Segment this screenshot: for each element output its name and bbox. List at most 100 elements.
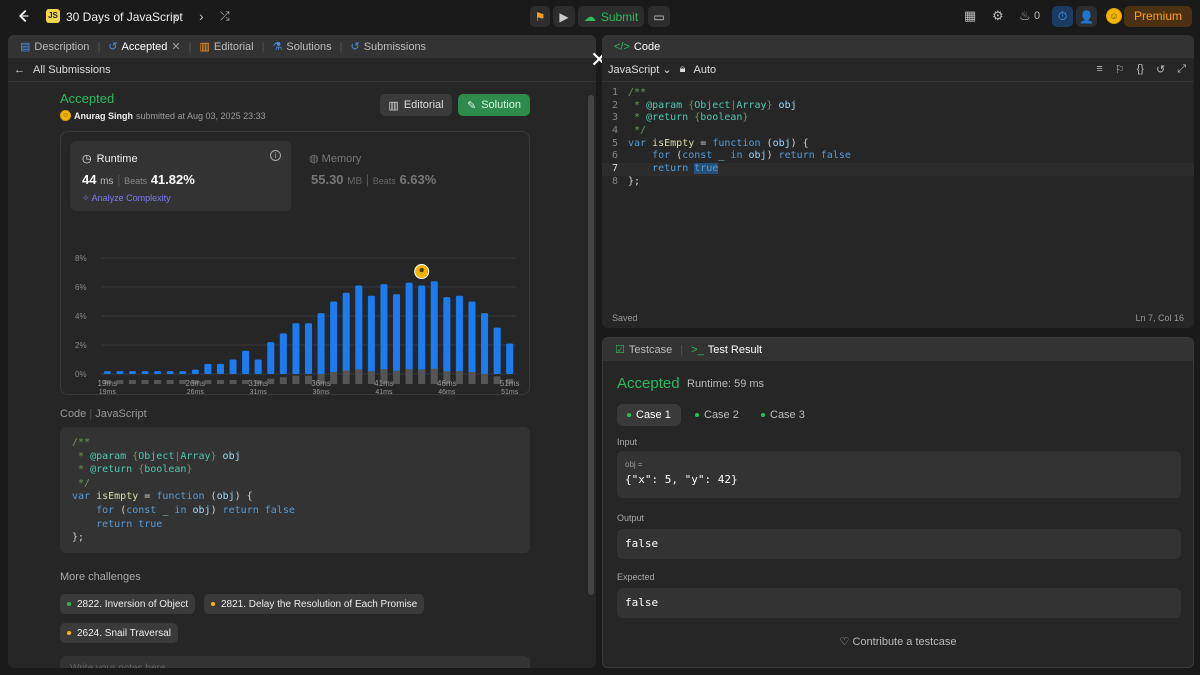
tab-testcase-label: Testcase — [628, 343, 673, 356]
gear-icon[interactable]: ⚙ — [992, 8, 1004, 24]
chevron-right-icon[interactable]: › — [199, 8, 204, 24]
chart-bar[interactable] — [317, 313, 325, 374]
premium-button[interactable]: Premium — [1123, 6, 1192, 27]
mode-label[interactable]: Auto — [694, 64, 717, 76]
debug-button[interactable]: ⚑ — [530, 6, 550, 27]
input-value: {"x": 5, "y": 42} — [625, 473, 738, 486]
chip-icon: ◍ — [309, 153, 319, 165]
chart-bar[interactable] — [166, 371, 174, 374]
layout-icon[interactable]: ▦ — [964, 8, 976, 24]
braces-icon[interactable]: {} — [1137, 63, 1144, 76]
bookmark-icon[interactable]: ⚐ — [1115, 63, 1125, 76]
reset-icon[interactable]: ↺ — [1156, 63, 1165, 76]
chart-bar[interactable] — [116, 371, 124, 374]
chart-bar[interactable] — [355, 285, 363, 374]
chart-bar[interactable] — [506, 343, 514, 374]
format-icon[interactable]: ≡ — [1096, 63, 1102, 76]
code-editor[interactable]: 1/** 2 * @param {Object|Array} obj 3 * @… — [602, 87, 1194, 189]
code-line: return true — [96, 518, 163, 530]
submitter-name[interactable]: Anurag Singh — [74, 111, 133, 121]
flask-icon: ⚗ — [272, 41, 283, 53]
contribute-testcase-link[interactable]: ♡ Contribute a testcase — [603, 635, 1193, 648]
chart-bar[interactable] — [242, 350, 250, 374]
chart-bar[interactable] — [393, 294, 401, 374]
info-icon[interactable]: i — [270, 150, 281, 161]
y-tick-label: 8% — [75, 254, 87, 263]
timer-button[interactable]: ⏱ — [1052, 6, 1073, 27]
chart-bar[interactable] — [481, 313, 489, 374]
runtime-distribution-chart[interactable]: 8%6%4%2%0%19ms19ms26ms26ms31ms31ms36ms36… — [61, 222, 531, 394]
chart-bar[interactable] — [254, 359, 262, 375]
tab-test-result[interactable]: >_ Test Result — [687, 344, 766, 356]
chart-bar[interactable] — [367, 295, 375, 374]
scrollbar[interactable] — [588, 95, 594, 595]
tab-code[interactable]: </> Code — [610, 41, 664, 53]
edit-icon: ✎ — [467, 99, 477, 112]
chart-bar[interactable] — [380, 284, 388, 374]
chart-bar[interactable] — [330, 301, 338, 375]
runtime-card[interactable]: ◷ Runtime i 44 ms | Beats 41.82% ✧ Analy… — [70, 141, 291, 211]
run-button[interactable]: ▶ — [553, 6, 575, 27]
chart-bar[interactable] — [430, 281, 438, 374]
chart-bar[interactable] — [292, 323, 300, 374]
chart-bar[interactable] — [304, 323, 313, 374]
chart-bar[interactable] — [191, 369, 199, 374]
chart-bar[interactable] — [493, 327, 501, 374]
submit-button[interactable]: ☁ Submit — [578, 6, 644, 27]
chart-bar[interactable] — [229, 359, 237, 375]
chart-bar[interactable] — [141, 371, 149, 374]
notes-input[interactable]: Write your notes here — [60, 656, 530, 668]
code-icon: </> — [614, 40, 630, 53]
chart-bar[interactable] — [154, 371, 162, 374]
challenge-chip[interactable]: 2624. Snail Traversal — [60, 623, 178, 643]
chart-bar[interactable] — [179, 371, 187, 374]
tab-submissions[interactable]: ↺ Submissions — [346, 40, 430, 54]
overview-bar — [393, 370, 401, 384]
chart-bar[interactable] — [128, 371, 136, 374]
leetcode-logo-icon[interactable] — [14, 7, 32, 25]
chart-bar[interactable] — [267, 342, 275, 374]
challenge-chip[interactable]: 2821. Delay the Resolution of Each Promi… — [204, 594, 425, 614]
solution-button[interactable]: ✎ Solution — [458, 94, 530, 116]
chart-bar[interactable] — [405, 282, 413, 374]
chart-bar[interactable] — [216, 363, 224, 374]
top-navbar: JS 30 Days of JavaScript ‹ › ⤮ ⚑ ▶ ☁ Sub… — [0, 0, 1200, 33]
case-tab-2[interactable]: Case 2 — [685, 404, 749, 426]
analyze-complexity-link[interactable]: ✧ Analyze Complexity — [82, 193, 171, 204]
editor-line: 4 */ — [611, 125, 647, 137]
user-avatar[interactable]: ☺ — [1106, 8, 1122, 24]
case-tab-3[interactable]: Case 3 — [751, 404, 815, 426]
case-tab-1[interactable]: Case 1 — [617, 404, 681, 426]
tab-solutions-label: Solutions — [286, 40, 332, 53]
chart-bar[interactable] — [468, 301, 476, 375]
all-submissions-link[interactable]: All Submissions — [33, 64, 111, 76]
chart-bar[interactable] — [103, 371, 111, 374]
editorial-button[interactable]: ▥ Editorial — [380, 94, 452, 116]
chart-bar[interactable] — [418, 285, 426, 374]
memory-label[interactable]: ◍ Memory — [309, 152, 361, 165]
shuffle-icon[interactable]: ⤮ — [220, 9, 230, 24]
chart-bar[interactable] — [455, 295, 463, 374]
flame-icon[interactable]: ♨ — [1019, 8, 1031, 24]
tab-editorial[interactable]: ▥ Editorial — [195, 40, 257, 54]
expand-icon[interactable]: ⤢ — [1177, 63, 1186, 76]
tab-description[interactable]: ▤ Description — [16, 40, 93, 54]
chart-bar[interactable] — [279, 333, 287, 374]
chart-bar[interactable] — [342, 292, 350, 374]
challenge-chip[interactable]: 2822. Inversion of Object — [60, 594, 196, 614]
arrow-left-icon[interactable]: ← — [14, 64, 25, 76]
overview-bar — [292, 375, 300, 384]
language-select[interactable]: JavaScript ⌄ — [608, 63, 672, 76]
close-icon[interactable]: ✕ — [171, 40, 180, 53]
terminal-icon: >_ — [691, 343, 704, 356]
chart-bar[interactable] — [443, 297, 451, 374]
x-tick-label: 31ms — [248, 379, 268, 388]
chevron-left-icon[interactable]: ‹ — [174, 8, 179, 24]
tab-accepted[interactable]: ↺ Accepted ✕ — [104, 40, 184, 54]
tab-testcase[interactable]: ☑ Testcase — [611, 343, 676, 357]
notes-button[interactable]: ▭ — [648, 6, 670, 27]
course-title[interactable]: 30 Days of JavaScript — [66, 10, 183, 24]
chart-bar[interactable] — [204, 363, 212, 374]
tab-solutions[interactable]: ⚗ Solutions — [268, 40, 335, 54]
invite-button[interactable]: 👤 — [1076, 6, 1097, 27]
